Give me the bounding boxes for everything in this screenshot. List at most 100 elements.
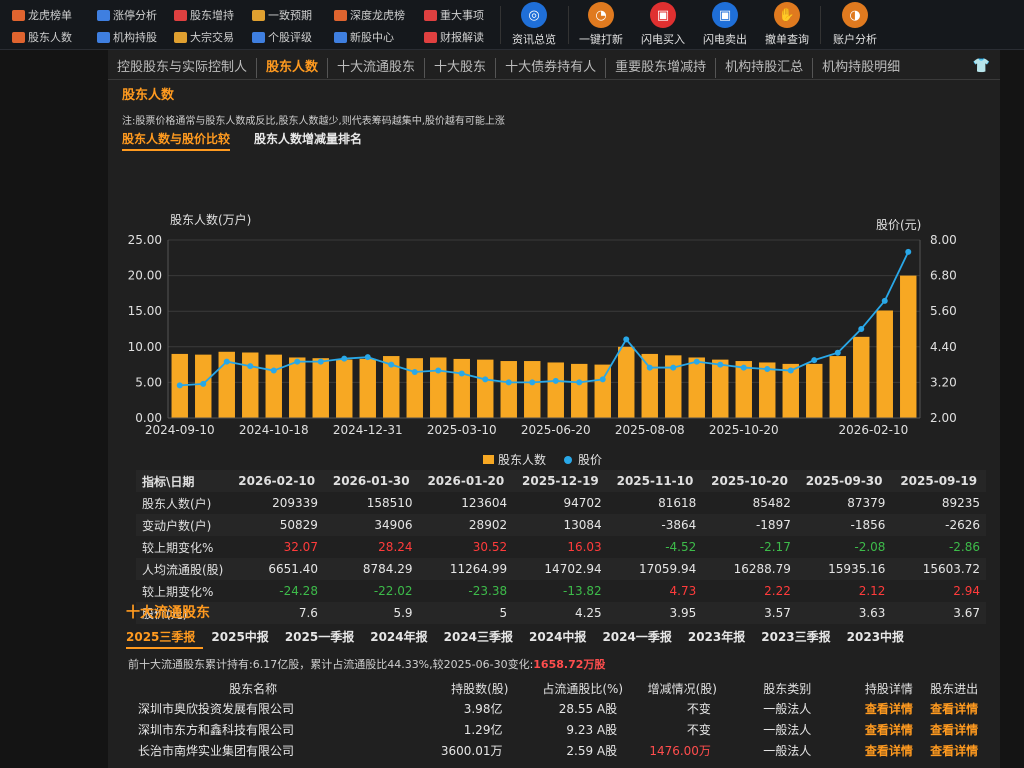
- period-tab[interactable]: 2023中报: [847, 628, 912, 649]
- globe-icon: ◎: [521, 2, 547, 28]
- toolbar-item-major-events[interactable]: 重大事项: [424, 6, 484, 24]
- stats-cell: 158510: [366, 496, 413, 510]
- summary-change-value: 1658.72万股: [533, 658, 606, 671]
- stats-row-label: 较上期变化%: [142, 540, 214, 555]
- toolbar-item-dragon-tiger-list[interactable]: 龙虎榜单: [12, 6, 72, 24]
- holding-detail-link[interactable]: 查看详情: [858, 740, 921, 761]
- toolbar-item-consensus[interactable]: 一致预期: [252, 6, 312, 24]
- period-tab[interactable]: 2023三季报: [761, 628, 838, 649]
- period-tab[interactable]: 2024中报: [529, 628, 594, 649]
- shirt-icon[interactable]: 👕: [973, 58, 990, 74]
- stats-cell: 3.63: [796, 602, 892, 624]
- toolbar-item-holder-increase[interactable]: 股东增持: [174, 6, 234, 24]
- price-point: [411, 369, 418, 376]
- top10-float-holders-table: 股东名称 持股数(股) 占流通股比(%) 增减情况(股) 股东类别 持股详情 股…: [128, 678, 988, 761]
- holders-summary: 前十大流通股东累计持有:6.17亿股，累计占流通股比44.33%,较2025-0…: [128, 656, 605, 672]
- holder-row: 长治市南烨实业集团有限公司 3600.01万 2.59 A股 1476.00万 一般法人…: [128, 740, 988, 761]
- holder-in-out-link[interactable]: 查看详情: [920, 719, 988, 740]
- period-tab[interactable]: 2024年报: [370, 628, 435, 649]
- bar-shareholder-count: [524, 361, 541, 418]
- holder-type-cell: 一般法人: [763, 723, 812, 737]
- holder-in-out-link[interactable]: 查看详情: [920, 740, 988, 761]
- tab-controlling-shareholder[interactable]: 控股股东与实际控制人: [108, 57, 258, 78]
- price-point: [858, 326, 865, 332]
- price-point: [693, 358, 700, 365]
- bar-shareholder-count: [853, 336, 870, 418]
- toolbar-item-block-trade[interactable]: 大宗交易: [174, 28, 234, 46]
- holder-change-cell: 1476.00万: [649, 744, 711, 758]
- period-tab[interactable]: 2024一季报: [602, 628, 679, 649]
- check-icon: [252, 9, 265, 21]
- toolbar-item-institution-holdings[interactable]: 机构持股: [97, 28, 157, 46]
- toolbar-item-limit-up-analysis[interactable]: 涨停分析: [97, 6, 157, 24]
- bar-shareholder-count: [641, 353, 658, 418]
- period-tab[interactable]: 2025三季报: [126, 628, 204, 649]
- toolbar-item-ipo-center[interactable]: 新股中心: [334, 28, 394, 46]
- period-tab[interactable]: 2024三季报: [444, 628, 521, 649]
- y-axis-label-right: 股价(元): [876, 218, 921, 232]
- building-icon: [97, 31, 110, 43]
- bar-shareholder-count: [876, 310, 893, 418]
- toolbar-flash-sell[interactable]: ▣ 闪电卖出: [694, 2, 756, 48]
- price-point: [670, 364, 677, 371]
- stats-cell: 123604: [461, 496, 508, 510]
- period-tab[interactable]: 2025一季报: [285, 628, 362, 649]
- stats-cell: 30.52: [472, 540, 508, 554]
- stats-cell: 5.9: [323, 602, 419, 624]
- y-tick-label-left: 5.00: [135, 375, 162, 389]
- stats-cell: 4.73: [669, 584, 697, 598]
- holder-change-cell: 不变: [686, 702, 711, 716]
- holding-detail-link[interactable]: 查看详情: [858, 719, 921, 740]
- holder-in-out-link[interactable]: 查看详情: [920, 698, 988, 719]
- stats-row: 股东人数(户) 209339 158510 123604 94702 81618 85482…: [136, 492, 986, 514]
- stats-cell: 3.95: [607, 602, 703, 624]
- bar-shareholder-count: [359, 358, 376, 418]
- stats-cell: 14702.94: [513, 558, 608, 580]
- toolbar-cancel-query[interactable]: ✋ 撤单查询: [756, 2, 818, 48]
- tab-institution-summary[interactable]: 机构持股汇总: [716, 57, 814, 78]
- price-point: [482, 376, 489, 383]
- price-point: [294, 358, 301, 365]
- stats-cell: -1856: [796, 514, 892, 536]
- stats-date-header: 2025-09-19: [891, 470, 986, 492]
- holding-detail-link[interactable]: 查看详情: [858, 698, 921, 719]
- toolbar-flash-buy[interactable]: ▣ 闪电买入: [632, 2, 694, 48]
- toolbar-item-earnings-report[interactable]: 财报解读: [424, 28, 484, 46]
- tab-top10-holders[interactable]: 十大股东: [425, 57, 497, 78]
- stats-cell: 2.12: [858, 584, 886, 598]
- tab-shareholder-count[interactable]: 股东人数: [257, 57, 329, 78]
- tab-top10-bond-holders[interactable]: 十大债券持有人: [496, 57, 607, 78]
- stats-row-label: 股东人数(户): [142, 496, 212, 511]
- holder-shares-cell: 1.29亿: [463, 723, 503, 737]
- price-point: [740, 364, 747, 371]
- stats-cell: -2.17: [759, 540, 791, 554]
- stats-cell: -2.08: [854, 540, 886, 554]
- toolbar-news-overview[interactable]: ◎ 资讯总览: [503, 2, 565, 48]
- toolbar-item-shareholder-count[interactable]: 股东人数: [12, 28, 72, 46]
- toolbar-one-click-ipo[interactable]: ◔ 一键打新: [570, 2, 632, 48]
- stats-cell: 85482: [752, 496, 791, 510]
- holders-header-row: 股东名称 持股数(股) 占流通股比(%) 增减情况(股) 股东类别 持股详情 股…: [128, 678, 988, 698]
- subtab-count-change-rank[interactable]: 股东人数增减量排名: [254, 130, 362, 147]
- period-tabs: 2025三季报 2025中报 2025一季报 2024年报 2024三季报 2024中报 2…: [126, 628, 920, 649]
- price-point: [599, 376, 606, 383]
- y-tick-label-right: 3.20: [930, 375, 957, 389]
- section-title-top10-float: 十大流通股东: [126, 605, 210, 621]
- tab-major-holder-changes[interactable]: 重要股东增减持: [606, 57, 717, 78]
- subtab-count-vs-price[interactable]: 股东人数与股价比较: [122, 130, 231, 151]
- price-point: [576, 379, 583, 386]
- period-tab[interactable]: 2023年报: [688, 628, 753, 649]
- stats-row-label: 人均流通股(股): [136, 558, 230, 580]
- holder-type-cell: 一般法人: [763, 744, 812, 758]
- tab-institution-detail[interactable]: 机构持股明细: [813, 58, 909, 78]
- tab-top10-float-holders[interactable]: 十大流通股东: [328, 57, 426, 78]
- toolbar-account-analysis[interactable]: ◑ 账户分析: [824, 2, 886, 48]
- toolbar-item-deep-dragon-tiger[interactable]: 深度龙虎榜: [334, 6, 405, 24]
- section-title-shareholder-count: 股东人数: [122, 88, 175, 103]
- stats-cell: 87379: [847, 496, 886, 510]
- price-point: [764, 366, 771, 373]
- col-change: 增减情况(股): [647, 681, 717, 696]
- period-tab[interactable]: 2025中报: [211, 628, 276, 649]
- col-holder-name: 股东名称: [229, 681, 278, 696]
- toolbar-item-stock-rating[interactable]: 个股评级: [252, 28, 312, 46]
